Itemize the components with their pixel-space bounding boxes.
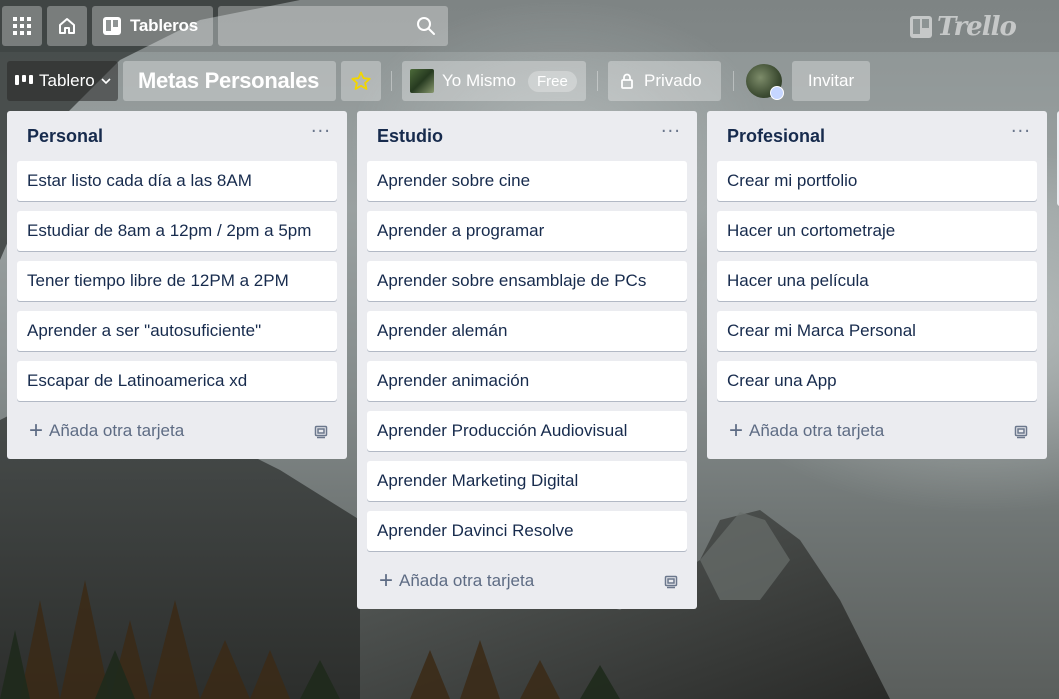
plus-icon: +	[729, 417, 744, 444]
card[interactable]: Escapar de Latinoamerica xd	[17, 361, 337, 401]
add-card-label: Añada otra tarjeta	[49, 421, 185, 440]
grid-icon	[13, 17, 31, 35]
search-icon[interactable]	[416, 16, 436, 40]
add-card-row: + Añada otra tarjeta	[17, 411, 337, 451]
list-title[interactable]: Estudio	[377, 126, 443, 147]
header-divider	[391, 71, 392, 91]
list-header: Personal ···	[17, 111, 337, 161]
search-box[interactable]	[218, 6, 448, 46]
list-profesional: Profesional ··· Crear mi portfolio Hacer…	[707, 111, 1047, 459]
template-card-icon[interactable]	[313, 423, 329, 439]
list-title[interactable]: Personal	[27, 126, 103, 147]
list-header: Profesional ···	[717, 111, 1037, 161]
team-avatar	[410, 69, 434, 93]
card[interactable]: Aprender a ser "autosuficiente"	[17, 311, 337, 351]
visibility-button[interactable]: Privado	[608, 61, 721, 101]
home-icon	[57, 16, 77, 36]
admin-badge-icon	[770, 86, 784, 100]
add-card-button[interactable]: + Añada otra tarjeta	[29, 417, 185, 444]
list-estudio: Estudio ··· Aprender sobre cine Aprender…	[357, 111, 697, 609]
boards-icon	[102, 16, 122, 36]
lock-icon	[620, 73, 634, 89]
board-header: Tablero Metas Personales Yo Mismo Free P…	[0, 61, 1059, 101]
plan-badge: Free	[528, 70, 577, 92]
card[interactable]: Aprender sobre cine	[367, 161, 687, 201]
add-card-label: Añada otra tarjeta	[399, 571, 535, 590]
trello-logo[interactable]: Trello	[910, 12, 1017, 42]
board-view-label: Tablero	[39, 71, 95, 90]
more-options-icon[interactable]: ···	[311, 123, 331, 145]
board-view-icon	[15, 74, 33, 88]
card[interactable]: Aprender Marketing Digital	[367, 461, 687, 501]
add-card-row: + Añada otra tarjeta	[367, 561, 687, 601]
card[interactable]: Crear mi portfolio	[717, 161, 1037, 201]
list-personal: Personal ··· Estar listo cada día a las …	[7, 111, 347, 459]
boards-button[interactable]: Tableros	[92, 6, 213, 46]
home-button[interactable]	[47, 6, 87, 46]
trello-logo-text: Trello	[937, 12, 1017, 42]
card[interactable]: Tener tiempo libre de 12PM a 2PM	[17, 261, 337, 301]
card[interactable]: Hacer un cortometraje	[717, 211, 1037, 251]
card[interactable]: Aprender a programar	[367, 211, 687, 251]
star-board-button[interactable]	[341, 61, 381, 101]
add-card-row: + Añada otra tarjeta	[717, 411, 1037, 451]
star-icon	[351, 71, 371, 91]
board-title[interactable]: Metas Personales	[123, 61, 336, 101]
trello-logo-icon	[910, 16, 932, 38]
card[interactable]: Aprender sobre ensamblaje de PCs	[367, 261, 687, 301]
card[interactable]: Crear mi Marca Personal	[717, 311, 1037, 351]
card[interactable]: Aprender alemán	[367, 311, 687, 351]
list-title[interactable]: Profesional	[727, 126, 825, 147]
header-divider	[733, 71, 734, 91]
card[interactable]: Hacer una película	[717, 261, 1037, 301]
card[interactable]: Crear una App	[717, 361, 1037, 401]
search-input[interactable]	[218, 6, 448, 46]
plus-icon: +	[379, 567, 394, 594]
boards-label: Tableros	[130, 16, 198, 35]
add-card-label: Añada otra tarjeta	[749, 421, 885, 440]
visibility-label: Privado	[644, 71, 702, 90]
member-avatar[interactable]	[746, 64, 784, 100]
card[interactable]: Aprender Davinci Resolve	[367, 511, 687, 551]
team-name: Yo Mismo	[442, 71, 517, 90]
chevron-down-icon	[101, 77, 111, 85]
card[interactable]: Estar listo cada día a las 8AM	[17, 161, 337, 201]
header-divider	[597, 71, 598, 91]
card[interactable]: Aprender animación	[367, 361, 687, 401]
more-options-icon[interactable]: ···	[1011, 123, 1031, 145]
board-view-switcher[interactable]: Tablero	[7, 61, 118, 101]
card[interactable]: Aprender Producción Audiovisual	[367, 411, 687, 451]
add-card-button[interactable]: + Añada otra tarjeta	[729, 417, 885, 444]
template-card-icon[interactable]	[1013, 423, 1029, 439]
list-header: Estudio ···	[367, 111, 687, 161]
more-options-icon[interactable]: ···	[661, 123, 681, 145]
team-button[interactable]: Yo Mismo Free	[402, 61, 586, 101]
apps-menu-button[interactable]	[2, 6, 42, 46]
add-card-button[interactable]: + Añada otra tarjeta	[379, 567, 535, 594]
top-navigation-bar: Tableros Trello	[0, 0, 1059, 52]
template-card-icon[interactable]	[663, 573, 679, 589]
invite-button[interactable]: Invitar	[792, 61, 870, 101]
card[interactable]: Estudiar de 8am a 12pm / 2pm a 5pm	[17, 211, 337, 251]
plus-icon: +	[29, 417, 44, 444]
